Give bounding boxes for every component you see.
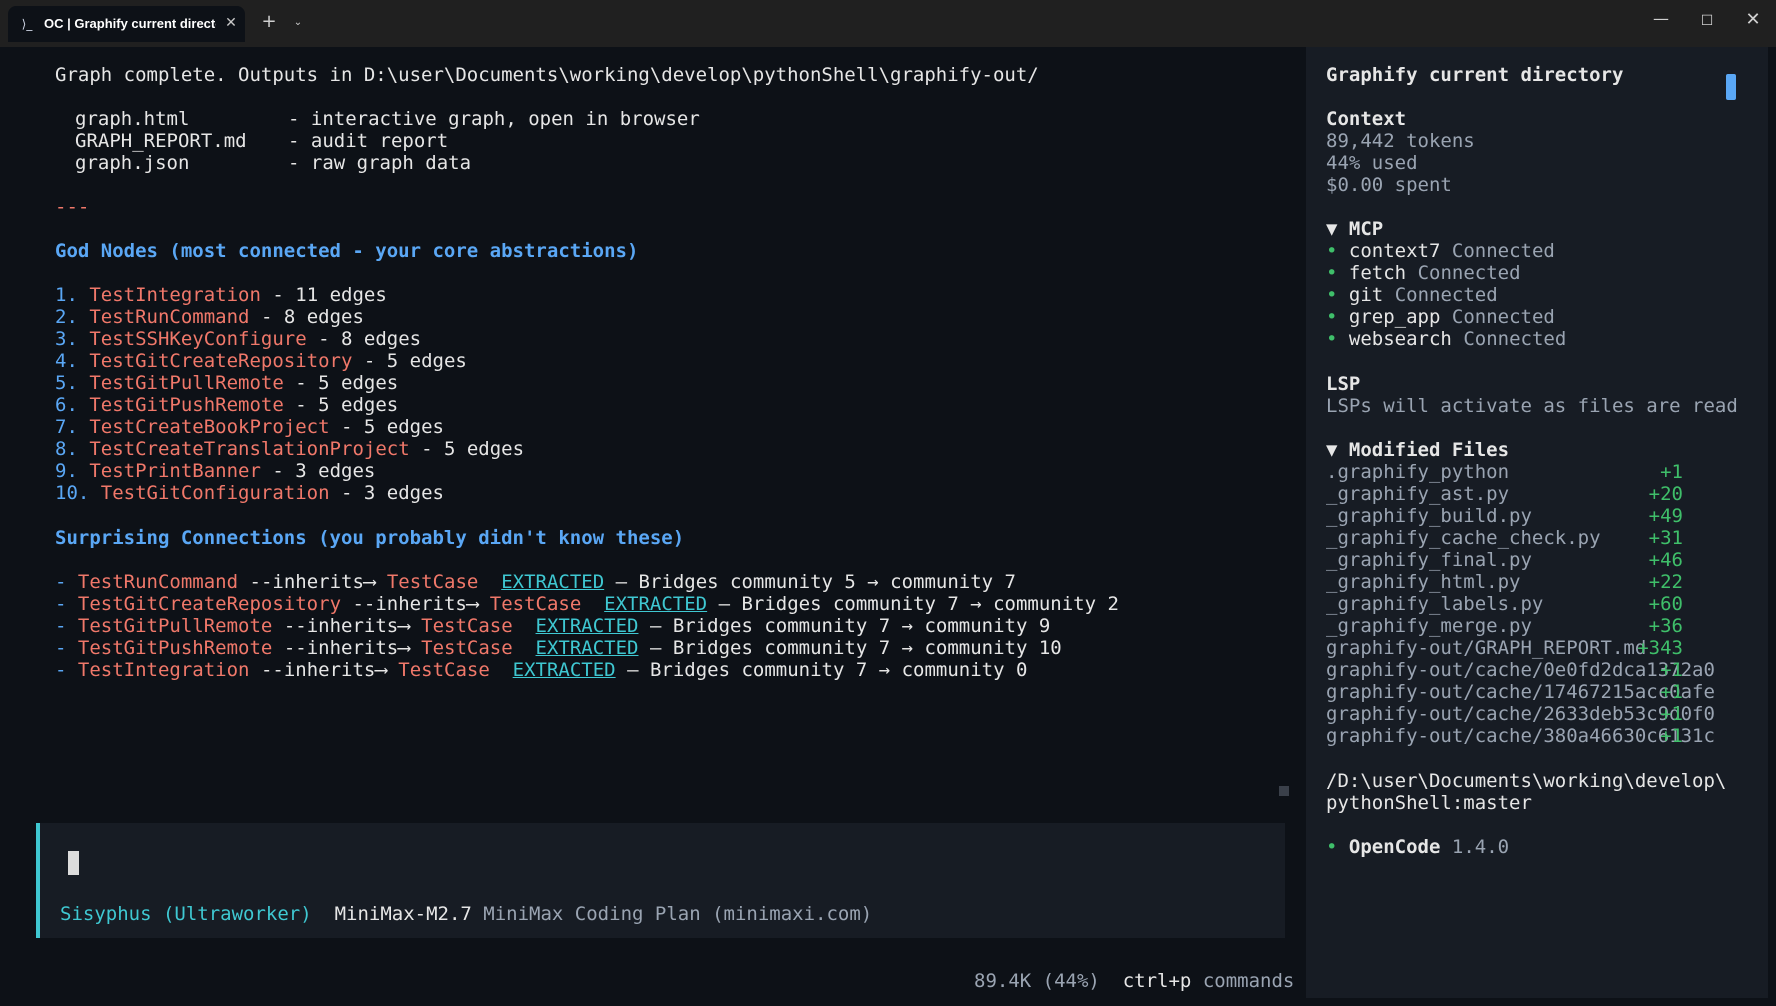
extracted-tag[interactable]: EXTRACTED	[513, 659, 616, 681]
list-item: - TestIntegration --inherits⟶ TestCase E…	[55, 659, 1028, 681]
agent-model-line: Sisyphus (Ultraworker) MiniMax-M2.7 Mini…	[60, 902, 872, 927]
sidebar-scrollbar[interactable]	[1726, 74, 1736, 100]
agent-name: Sisyphus (Ultraworker)	[60, 903, 312, 925]
output-file: graph.json	[75, 152, 190, 174]
extracted-tag[interactable]: EXTRACTED	[536, 637, 639, 659]
close-window-button[interactable]: ✕	[1738, 8, 1768, 32]
maximize-button[interactable]: ☐	[1692, 10, 1722, 32]
terminal-icon: ⟩_	[21, 17, 33, 31]
shortcut-label: commands	[1202, 970, 1295, 992]
sidebar: Graphify current directory Context 89,44…	[1306, 47, 1768, 998]
title-bar: ⟩_ OC | Graphify current directory ✕ + ⌄…	[0, 0, 1776, 47]
main-output-pane[interactable]: Graph complete. Outputs in D:\user\Docum…	[8, 47, 1306, 998]
context-spent: $0.00 spent	[1326, 174, 1452, 196]
path-line-2: pythonShell:master	[1326, 792, 1532, 814]
app-name: OpenCode	[1348, 836, 1441, 858]
provider-name: MiniMax Coding Plan (minimaxi.com)	[483, 903, 873, 925]
text-cursor	[68, 851, 79, 875]
lsp-text: LSPs will activate as files are read	[1326, 395, 1738, 417]
app-version: 1.4.0	[1451, 836, 1510, 858]
new-tab-button[interactable]: +	[259, 12, 279, 32]
sidebar-title: Graphify current directory	[1326, 64, 1624, 86]
list-item: • websearch Connected	[1326, 328, 1567, 350]
file-diff: +1	[1660, 725, 1683, 747]
separator: ---	[55, 196, 90, 218]
model-name: MiniMax-M2.7	[334, 903, 472, 925]
app-version-line: • OpenCode 1.4.0	[1326, 836, 1510, 858]
close-tab-icon[interactable]: ✕	[222, 14, 240, 32]
token-usage: 89.4K (44%)	[974, 970, 1100, 992]
output-desc: - raw graph data	[288, 152, 472, 174]
status-bar: 89.4K (44%) ctrl+p commands	[974, 969, 1294, 994]
minimize-button[interactable]: —	[1646, 10, 1676, 32]
extracted-tag[interactable]: EXTRACTED	[604, 593, 707, 615]
terminal-tab[interactable]: ⟩_ OC | Graphify current directory ✕	[8, 6, 245, 42]
main-scrollbar[interactable]	[1279, 786, 1289, 796]
prompt-input[interactable]: Sisyphus (Ultraworker) MiniMax-M2.7 Mini…	[36, 823, 1285, 938]
god-nodes-heading: God Nodes (most connected - your core ab…	[55, 240, 639, 262]
extracted-tag[interactable]: EXTRACTED	[501, 571, 604, 593]
list-item: 10. TestGitConfiguration - 3 edges	[55, 482, 444, 504]
graph-complete-line: Graph complete. Outputs in D:\user\Docum…	[55, 64, 1039, 86]
extracted-tag[interactable]: EXTRACTED	[536, 615, 639, 637]
surprising-heading: Surprising Connections (you probably did…	[55, 527, 685, 549]
tab-title: OC | Graphify current directory	[44, 16, 216, 31]
chevron-down-icon[interactable]: ⌄	[289, 14, 307, 32]
shortcut-key[interactable]: ctrl+p	[1123, 970, 1192, 992]
